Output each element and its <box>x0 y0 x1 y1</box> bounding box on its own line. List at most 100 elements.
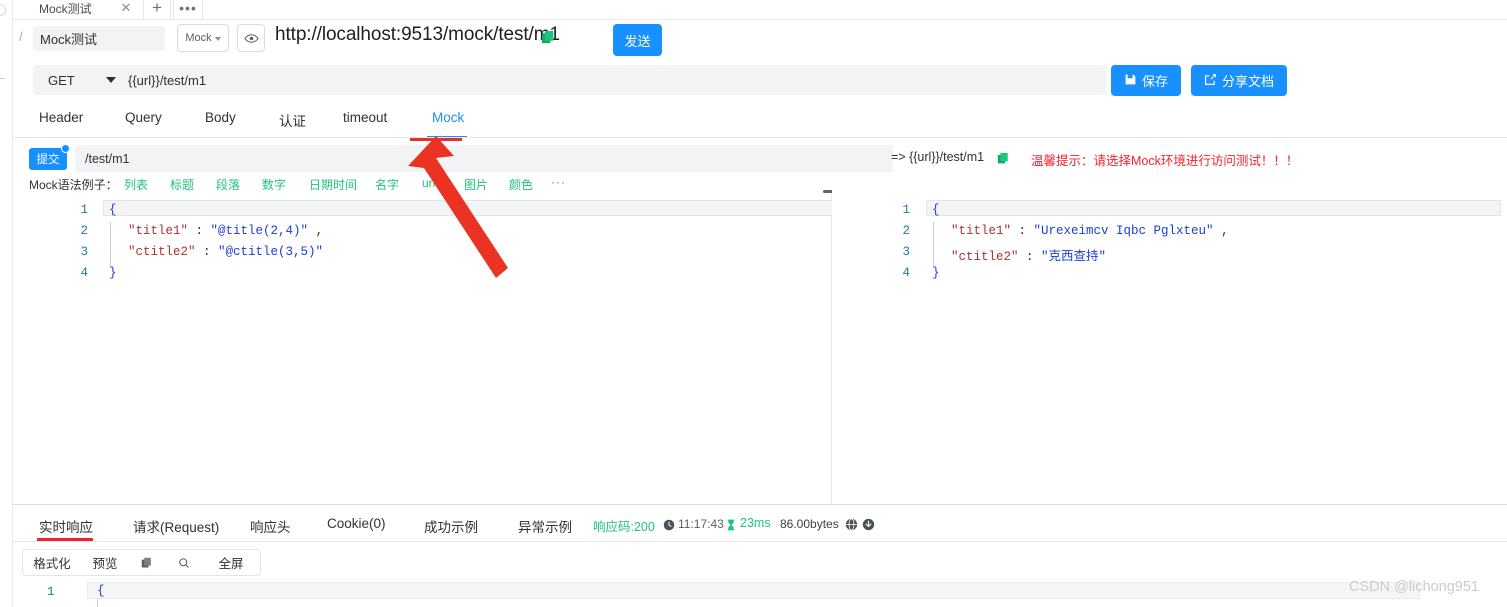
editor-line-number: 2 <box>80 224 88 238</box>
mock-path-input[interactable] <box>75 145 893 172</box>
editor-indent-guide <box>110 222 111 266</box>
save-icon <box>1124 73 1137 89</box>
editor-code-line: { <box>109 203 117 217</box>
editor-indent-guide <box>933 222 934 266</box>
response-tab-6[interactable]: 异常示例 <box>518 516 572 536</box>
hourglass-icon <box>725 518 737 531</box>
mock-editor-area: 1 2 3 4 { "title1" : "@title(2,4)" , "ctitle2"… <box>13 190 1507 504</box>
environment-select[interactable]: Mock <box>177 24 229 52</box>
environment-select-label: Mock <box>185 32 212 44</box>
mock-preview-editor[interactable]: 1 2 3 4 { "title1" : "Urexeimcv Iqbc Pglxteu"… <box>832 190 1507 504</box>
editor-code-line: "ctitle2" : "@ctitle(3,5)" <box>128 245 324 259</box>
response-tabs-divider <box>13 541 1507 542</box>
response-time: 11:17:43 <box>678 517 724 531</box>
result-editor[interactable]: 1 { <box>13 580 1507 607</box>
editor-active-line <box>103 200 845 216</box>
rail-collapse-handle[interactable] <box>0 4 6 16</box>
tab-timeout[interactable]: timeout <box>343 110 387 125</box>
tab-query[interactable]: Query <box>125 110 162 125</box>
request-url-text: http://localhost:9513/mock/test/m1 <box>275 24 560 45</box>
request-name-input[interactable] <box>33 26 165 51</box>
watermark: CSDN @lichong951 <box>1349 579 1479 595</box>
clock-icon <box>663 518 675 531</box>
editor-code-line: } <box>932 266 940 280</box>
submit-badge-dot <box>61 144 70 153</box>
editor-line-number: 1 <box>80 203 88 217</box>
response-tab-3[interactable]: 响应头 <box>250 516 291 536</box>
editor-code-line: "title1" : "@title(2,4)" , <box>128 224 324 238</box>
left-rail <box>0 0 13 607</box>
tab-mock-test[interactable]: Mock测试 <box>27 0 102 20</box>
request-name-row: / Mock http://localhost:9513/mock/test/m… <box>13 20 1507 57</box>
mock-syntax-more-icon[interactable]: ··· <box>551 175 566 189</box>
chevron-down-icon[interactable] <box>106 77 116 83</box>
request-tabs-divider <box>13 137 1507 138</box>
editor-bottom-divider <box>13 504 1507 505</box>
mock-warning-text: 温馨提示：请选择Mock环境进行访问测试！！！ <box>1031 154 1299 168</box>
share-icon <box>1204 73 1217 89</box>
result-active-line <box>87 582 1420 599</box>
copy-icon[interactable] <box>997 152 1010 165</box>
editor-code-line: "title1" : "Urexeimcv Iqbc Pglxteu" , <box>951 224 1229 238</box>
download-icon[interactable] <box>862 518 875 531</box>
send-button[interactable]: 发送 <box>613 24 662 56</box>
app-root: Mock测试 ✕ + ••• / Mock http://localhost:9… <box>0 0 1507 607</box>
copy-icon[interactable] <box>129 550 165 575</box>
tab-body[interactable]: Body <box>205 110 236 125</box>
editor-line-number: 2 <box>902 224 910 238</box>
share-button-label: 分享文档 <box>1222 74 1275 89</box>
tab-strip: Mock测试 ✕ + ••• <box>13 0 1507 20</box>
eye-icon[interactable] <box>237 24 265 52</box>
mock-resolved-url: => {{url}}/test/m1 <box>891 150 985 164</box>
result-line-number: 1 <box>47 585 55 599</box>
copy-icon[interactable] <box>541 30 556 45</box>
request-tabs: Header Query Body 认证 timeout Mock <box>13 105 1507 138</box>
result-indent-guide <box>97 599 98 607</box>
result-tool-2[interactable]: 预览 <box>81 550 129 575</box>
ellipsis-icon[interactable]: ••• <box>173 0 203 20</box>
response-size: 86.00bytes <box>780 517 839 531</box>
mock-submit-row: 提交 => {{url}}/test/m1 温馨提示：请选择Mock环境进行访问… <box>13 144 1507 172</box>
chevron-down-icon <box>214 37 221 41</box>
request-path-text: {{url}}/test/m1 <box>128 72 207 88</box>
rail-tick <box>0 78 5 79</box>
editor-line-number: 3 <box>902 245 910 259</box>
method-path-row: GET {{url}}/test/m1 保存 分享文档 <box>13 57 1507 105</box>
editor-line-number: 4 <box>80 266 88 280</box>
response-tab-2[interactable]: 请求(Request) <box>133 516 219 536</box>
save-button-label: 保存 <box>1142 74 1169 89</box>
save-button[interactable]: 保存 <box>1111 65 1182 96</box>
editor-code-line: } <box>109 266 117 280</box>
share-document-button[interactable]: 分享文档 <box>1191 65 1288 96</box>
editor-active-line <box>926 200 1501 216</box>
globe-icon[interactable] <box>845 518 858 531</box>
editor-line-number: 3 <box>80 245 88 259</box>
method-path-field[interactable]: GET {{url}}/test/m1 <box>33 65 1106 95</box>
mock-template-editor[interactable]: 1 2 3 4 { "title1" : "@title(2,4)" , "ctitle2"… <box>13 190 849 504</box>
result-line-text: { <box>97 584 105 598</box>
response-duration: 23ms <box>740 516 771 530</box>
mock-syntax-link-7[interactable]: url <box>422 176 435 190</box>
response-tab-5[interactable]: 成功示例 <box>424 516 478 536</box>
response-tabs: 响应码:200 11:17:43 23ms 86.00bytes 实时响应 请求(… <box>13 506 1507 541</box>
tab-label: Mock测试 <box>39 2 92 16</box>
status-code-label: 响应码:200 <box>593 520 655 534</box>
plus-icon[interactable]: + <box>143 0 171 20</box>
editor-code-line: "ctitle2" : "克西查持" <box>951 250 1107 264</box>
search-icon[interactable] <box>165 550 203 575</box>
editor-line-number: 4 <box>902 266 910 280</box>
http-method-label: GET <box>48 72 75 88</box>
tab-mock[interactable]: Mock <box>432 110 464 125</box>
result-toolbar: 格式化 预览 全屏 <box>22 549 261 576</box>
response-tab-1[interactable]: 实时响应 <box>39 516 93 536</box>
editor-line-number: 1 <box>902 203 910 217</box>
breadcrumb-slash: / <box>19 29 23 44</box>
result-tool-5[interactable]: 全屏 <box>203 550 259 575</box>
close-icon[interactable]: ✕ <box>119 1 133 15</box>
tab-认证[interactable]: 认证 <box>279 110 306 130</box>
annotation-underline <box>410 138 462 141</box>
result-tool-1[interactable]: 格式化 <box>23 550 81 575</box>
tab-header[interactable]: Header <box>39 110 83 125</box>
editor-code-line: { <box>932 203 940 217</box>
response-tab-4[interactable]: Cookie(0) <box>327 516 386 531</box>
